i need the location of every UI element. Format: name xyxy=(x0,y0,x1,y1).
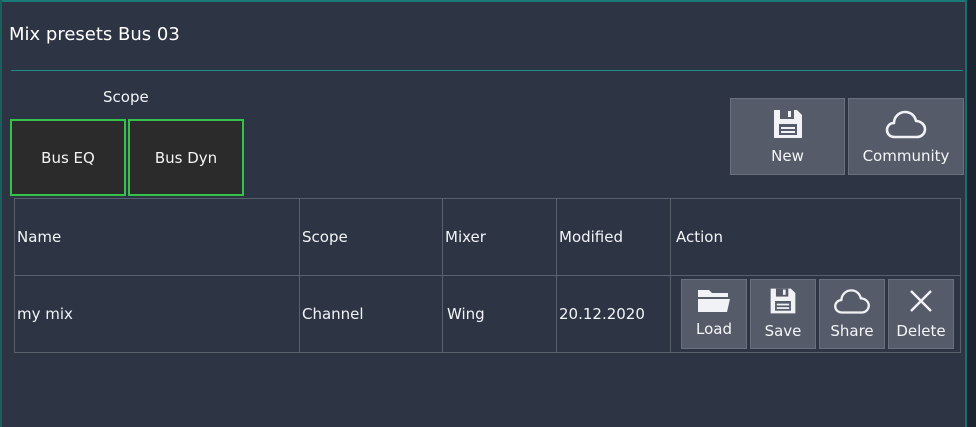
column-header-scope: Scope xyxy=(299,198,443,276)
window-edge-right xyxy=(965,0,976,427)
floppy-disk-icon xyxy=(773,110,802,138)
save-button[interactable]: Save xyxy=(750,279,816,349)
close-icon xyxy=(910,290,932,312)
scope-bus-dyn-label: Bus Dyn xyxy=(154,148,218,167)
new-preset-button[interactable]: New xyxy=(730,98,845,175)
load-label: Load xyxy=(696,320,732,338)
folder-icon xyxy=(698,290,730,312)
column-header-action: Action xyxy=(670,198,961,276)
cell-name: my mix xyxy=(14,275,300,353)
cell-scope: Channel xyxy=(299,275,443,353)
floppy-disk-icon xyxy=(770,288,796,314)
community-label: Community xyxy=(862,147,950,165)
table-header-row: Name Scope Mixer Modified Action xyxy=(14,198,961,276)
dialog-title: Mix presets Bus 03 xyxy=(9,24,180,45)
load-button[interactable]: Load xyxy=(681,279,747,349)
delete-label: Delete xyxy=(896,322,946,340)
cell-mixer: Wing xyxy=(442,275,557,353)
cell-actions: Load Save Share Delete xyxy=(670,275,961,353)
presets-table: Name Scope Mixer Modified Action my mix … xyxy=(14,198,961,353)
scope-bus-dyn-button[interactable]: Bus Dyn xyxy=(128,119,244,196)
cell-modified: 20.12.2020 xyxy=(556,275,671,353)
column-header-name: Name xyxy=(14,198,300,276)
table-row[interactable]: my mix Channel Wing 20.12.2020 Load Save… xyxy=(14,275,961,353)
column-header-modified: Modified xyxy=(556,198,671,276)
share-button[interactable]: Share xyxy=(819,279,885,349)
mix-presets-dialog: Mix presets Bus 03 Scope Bus EQ Bus Dyn … xyxy=(2,2,965,427)
scope-label: Scope xyxy=(103,88,149,106)
community-button[interactable]: Community xyxy=(848,98,964,175)
cloud-icon xyxy=(834,289,870,314)
share-label: Share xyxy=(830,322,874,340)
scope-bus-eq-button[interactable]: Bus EQ xyxy=(10,119,126,196)
new-preset-label: New xyxy=(771,147,804,165)
scope-bus-eq-label: Bus EQ xyxy=(41,148,95,167)
column-header-mixer: Mixer xyxy=(442,198,557,276)
title-divider xyxy=(11,70,963,71)
save-label: Save xyxy=(764,322,802,340)
delete-button[interactable]: Delete xyxy=(888,279,954,349)
cloud-icon xyxy=(885,110,927,139)
